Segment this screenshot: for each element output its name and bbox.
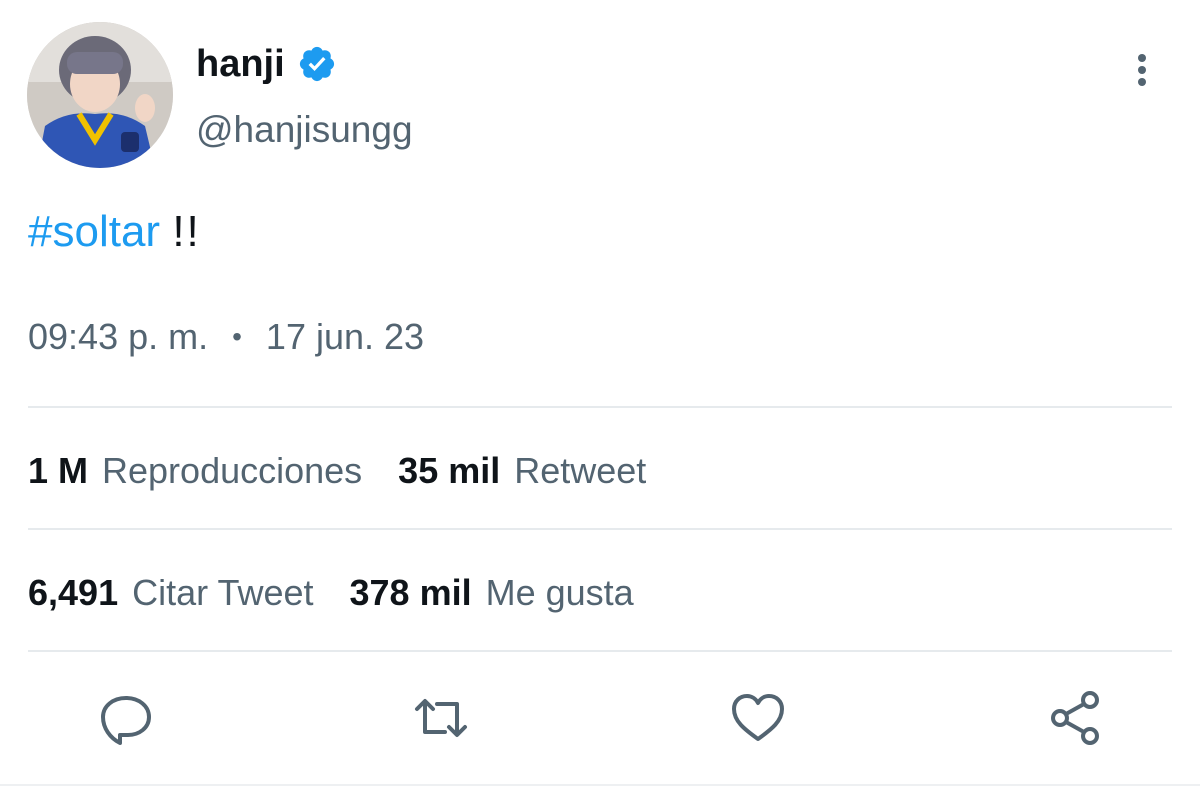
- share-button[interactable]: [1046, 688, 1106, 748]
- tweet-timestamp[interactable]: 09:43 p. m. • 17 jun. 23: [28, 314, 424, 360]
- tweet-detail: hanji @hanjisungg #soltar !! 09:43 p. m.…: [0, 0, 1200, 803]
- retweet-button[interactable]: [411, 688, 471, 748]
- divider: [28, 528, 1172, 530]
- likes-count[interactable]: 378 mil: [350, 570, 472, 616]
- tweet-text: #soltar !!: [28, 204, 201, 260]
- verified-badge-icon: [297, 44, 337, 84]
- likes-label[interactable]: Me gusta: [486, 570, 634, 616]
- reply-button[interactable]: [96, 688, 156, 748]
- views-label: Reproducciones: [102, 450, 363, 491]
- quotes-label[interactable]: Citar Tweet: [132, 570, 313, 616]
- avatar-image: [27, 22, 173, 168]
- divider: [0, 784, 1200, 786]
- avatar[interactable]: [27, 22, 173, 168]
- like-button[interactable]: [728, 688, 788, 748]
- more-vertical-icon: [1138, 54, 1146, 86]
- stats-row-quotes-likes: 6,491 Citar Tweet 378 mil Me gusta: [28, 570, 670, 616]
- hashtag-link[interactable]: #soltar: [28, 207, 160, 256]
- tweet-text-rest: !!: [172, 207, 201, 256]
- author-name-row: hanji: [196, 40, 337, 88]
- retweet-icon: [415, 699, 467, 737]
- tweet-time: 09:43 p. m.: [28, 316, 209, 357]
- divider: [28, 650, 1172, 652]
- views-count: 1 M: [28, 450, 89, 491]
- like-icon: [732, 694, 784, 741]
- divider: [28, 406, 1172, 408]
- share-icon: [1051, 691, 1099, 745]
- tweet-date: 17 jun. 23: [265, 316, 425, 357]
- stats-row-views-retweets: 1 M Reproducciones 35 mil Retweet: [28, 448, 682, 494]
- meta-separator: •: [232, 321, 242, 352]
- quotes-count[interactable]: 6,491: [28, 570, 118, 616]
- author-handle[interactable]: @hanjisungg: [196, 106, 413, 154]
- retweets-label[interactable]: Retweet: [514, 448, 646, 494]
- display-name[interactable]: hanji: [196, 40, 285, 88]
- reply-icon: [101, 696, 151, 745]
- more-options-button[interactable]: [1120, 48, 1164, 92]
- retweets-count[interactable]: 35 mil: [398, 448, 500, 494]
